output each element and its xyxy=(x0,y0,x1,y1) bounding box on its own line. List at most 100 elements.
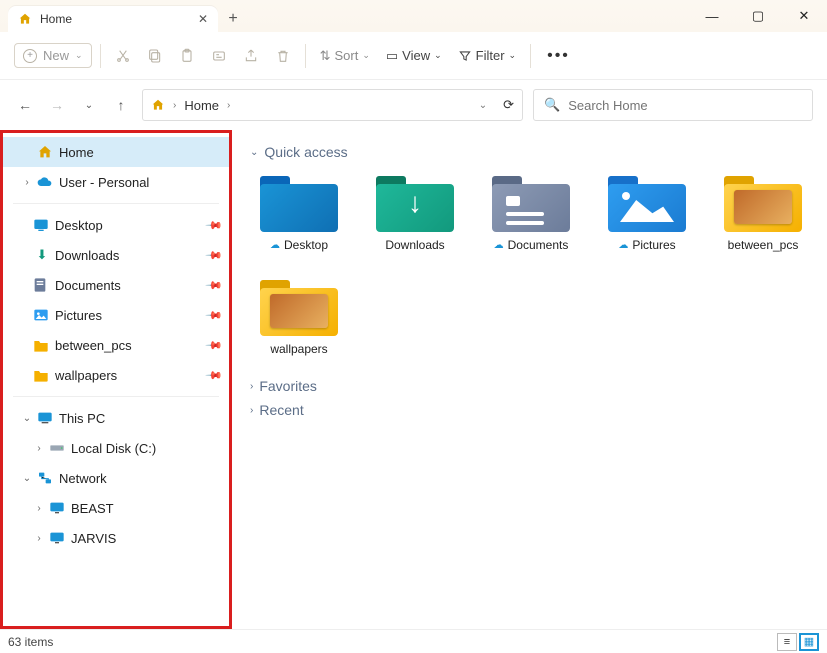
folder-tile-desktop[interactable]: ☁Desktop xyxy=(256,174,342,252)
tab-title: Home xyxy=(40,12,72,26)
tile-caption: wallpapers xyxy=(270,342,327,356)
rename-button[interactable] xyxy=(205,44,233,68)
forward-button[interactable]: → xyxy=(46,97,68,113)
sidebar: Home › User - Personal Desktop 📌 ⬇ Downl… xyxy=(0,130,232,629)
chevron-down-icon[interactable]: ⌄ xyxy=(21,473,33,484)
sidebar-item-wallpapers[interactable]: wallpapers 📌 xyxy=(3,360,229,390)
folder-tile-between_pcs[interactable]: between_pcs xyxy=(720,174,806,252)
sidebar-item-betweenpcs[interactable]: between_pcs 📌 xyxy=(3,330,229,360)
folder-tile-downloads[interactable]: ↓Downloads xyxy=(372,174,458,252)
window-controls: — ▢ ✕ xyxy=(689,0,827,32)
folder-icon xyxy=(260,278,338,336)
icons-view-button[interactable]: ▦ xyxy=(799,633,819,651)
pin-icon[interactable]: 📌 xyxy=(205,306,224,325)
breadcrumb[interactable]: › Home › ⌄ ⟳ xyxy=(142,89,523,121)
tab-close-icon[interactable]: ✕ xyxy=(198,12,208,26)
filter-button[interactable]: Filter ⌄ xyxy=(452,44,522,67)
details-view-button[interactable]: ≡ xyxy=(777,633,797,651)
sidebar-item-onedrive[interactable]: › User - Personal xyxy=(3,167,229,197)
maximize-button[interactable]: ▢ xyxy=(735,0,781,32)
refresh-button[interactable]: ⟳ xyxy=(503,97,514,113)
section-title: Favorites xyxy=(259,378,317,394)
back-button[interactable]: ← xyxy=(14,97,36,113)
sidebar-label: User - Personal xyxy=(59,175,149,190)
section-recent[interactable]: › Recent xyxy=(250,402,809,418)
home-icon xyxy=(37,144,55,160)
status-bar: 63 items ≡ ▦ xyxy=(0,629,827,653)
folder-icon xyxy=(492,174,570,232)
drive-icon xyxy=(49,442,67,454)
sidebar-item-downloads[interactable]: ⬇ Downloads 📌 xyxy=(3,240,229,270)
pin-icon[interactable]: 📌 xyxy=(205,276,224,295)
section-title: Quick access xyxy=(264,144,347,160)
new-button[interactable]: + New ⌄ xyxy=(14,43,92,68)
folder-tile-wallpapers[interactable]: wallpapers xyxy=(256,278,342,356)
folder-icon xyxy=(724,174,802,232)
tile-label: wallpapers xyxy=(270,342,327,356)
pin-icon[interactable]: 📌 xyxy=(205,246,224,265)
search-box[interactable]: 🔍 xyxy=(533,89,813,121)
download-icon: ⬇ xyxy=(33,247,51,263)
chevron-down-icon: ⌄ xyxy=(509,50,517,61)
breadcrumb-segment[interactable]: Home xyxy=(184,98,219,113)
folder-tile-documents[interactable]: ☁Documents xyxy=(488,174,574,252)
chevron-down-icon[interactable]: ⌄ xyxy=(479,100,487,111)
view-button[interactable]: ▭ View ⌄ xyxy=(380,44,448,68)
separator xyxy=(100,44,101,68)
content-area: ⌄ Quick access ☁Desktop ↓Downloads ☁Docume… xyxy=(232,130,827,629)
tile-label: between_pcs xyxy=(728,238,799,252)
section-quick-access[interactable]: ⌄ Quick access xyxy=(250,144,809,160)
sidebar-item-localdisk[interactable]: › Local Disk (C:) xyxy=(3,433,229,463)
sidebar-item-home[interactable]: Home xyxy=(3,137,229,167)
tile-caption: ☁Desktop xyxy=(270,238,328,252)
section-favorites[interactable]: › Favorites xyxy=(250,378,809,394)
cloud-icon: ☁ xyxy=(270,240,280,251)
up-button[interactable]: ↑ xyxy=(110,97,132,113)
sidebar-item-host-beast[interactable]: › BEAST xyxy=(3,493,229,523)
sort-button[interactable]: ⇅ Sort ⌄ xyxy=(314,44,376,68)
window-tab[interactable]: Home ✕ xyxy=(8,6,218,32)
delete-button[interactable] xyxy=(269,44,297,68)
sidebar-label: between_pcs xyxy=(55,338,132,353)
pin-icon[interactable]: 📌 xyxy=(205,216,224,235)
sidebar-item-pictures[interactable]: Pictures 📌 xyxy=(3,300,229,330)
more-button[interactable]: ••• xyxy=(539,47,578,65)
separator xyxy=(13,203,219,204)
cloud-icon xyxy=(37,176,55,188)
folder-icon xyxy=(33,338,51,352)
search-input[interactable] xyxy=(568,98,802,113)
filter-icon xyxy=(458,49,472,63)
quick-access-grid: ☁Desktop ↓Downloads ☁Documents ☁Pictures bet… xyxy=(250,168,809,374)
chevron-right-icon[interactable]: › xyxy=(33,443,45,454)
folder-icon xyxy=(608,174,686,232)
sidebar-item-network[interactable]: ⌄ Network xyxy=(3,463,229,493)
chevron-right-icon[interactable]: › xyxy=(33,533,45,544)
sidebar-item-desktop[interactable]: Desktop 📌 xyxy=(3,210,229,240)
sidebar-item-thispc[interactable]: ⌄ This PC xyxy=(3,403,229,433)
share-button[interactable] xyxy=(237,44,265,68)
desktop-icon xyxy=(33,218,51,232)
sidebar-label: Downloads xyxy=(55,248,119,263)
chevron-right-icon[interactable]: › xyxy=(21,177,33,188)
home-icon xyxy=(18,12,32,26)
plus-circle-icon: + xyxy=(23,49,37,63)
folder-tile-pictures[interactable]: ☁Pictures xyxy=(604,174,690,252)
minimize-button[interactable]: — xyxy=(689,0,735,32)
pin-icon[interactable]: 📌 xyxy=(205,336,224,355)
toolbar: + New ⌄ ⇅ Sort ⌄ ▭ View ⌄ Filter ⌄ ••• xyxy=(0,32,827,80)
chevron-right-icon[interactable]: › xyxy=(33,503,45,514)
tile-label: Downloads xyxy=(385,238,444,252)
chevron-right-icon: › xyxy=(173,100,176,111)
sidebar-item-host-jarvis[interactable]: › JARVIS xyxy=(3,523,229,553)
paste-button[interactable] xyxy=(173,44,201,68)
recent-locations-button[interactable]: ⌄ xyxy=(78,100,100,111)
sidebar-item-documents[interactable]: Documents 📌 xyxy=(3,270,229,300)
copy-button[interactable] xyxy=(141,44,169,68)
pin-icon[interactable]: 📌 xyxy=(205,366,224,385)
close-button[interactable]: ✕ xyxy=(781,0,827,32)
cut-button[interactable] xyxy=(109,44,137,68)
pc-icon xyxy=(37,411,55,425)
new-tab-button[interactable]: + xyxy=(218,10,248,32)
chevron-down-icon[interactable]: ⌄ xyxy=(21,413,33,424)
sort-label: Sort xyxy=(334,48,358,63)
